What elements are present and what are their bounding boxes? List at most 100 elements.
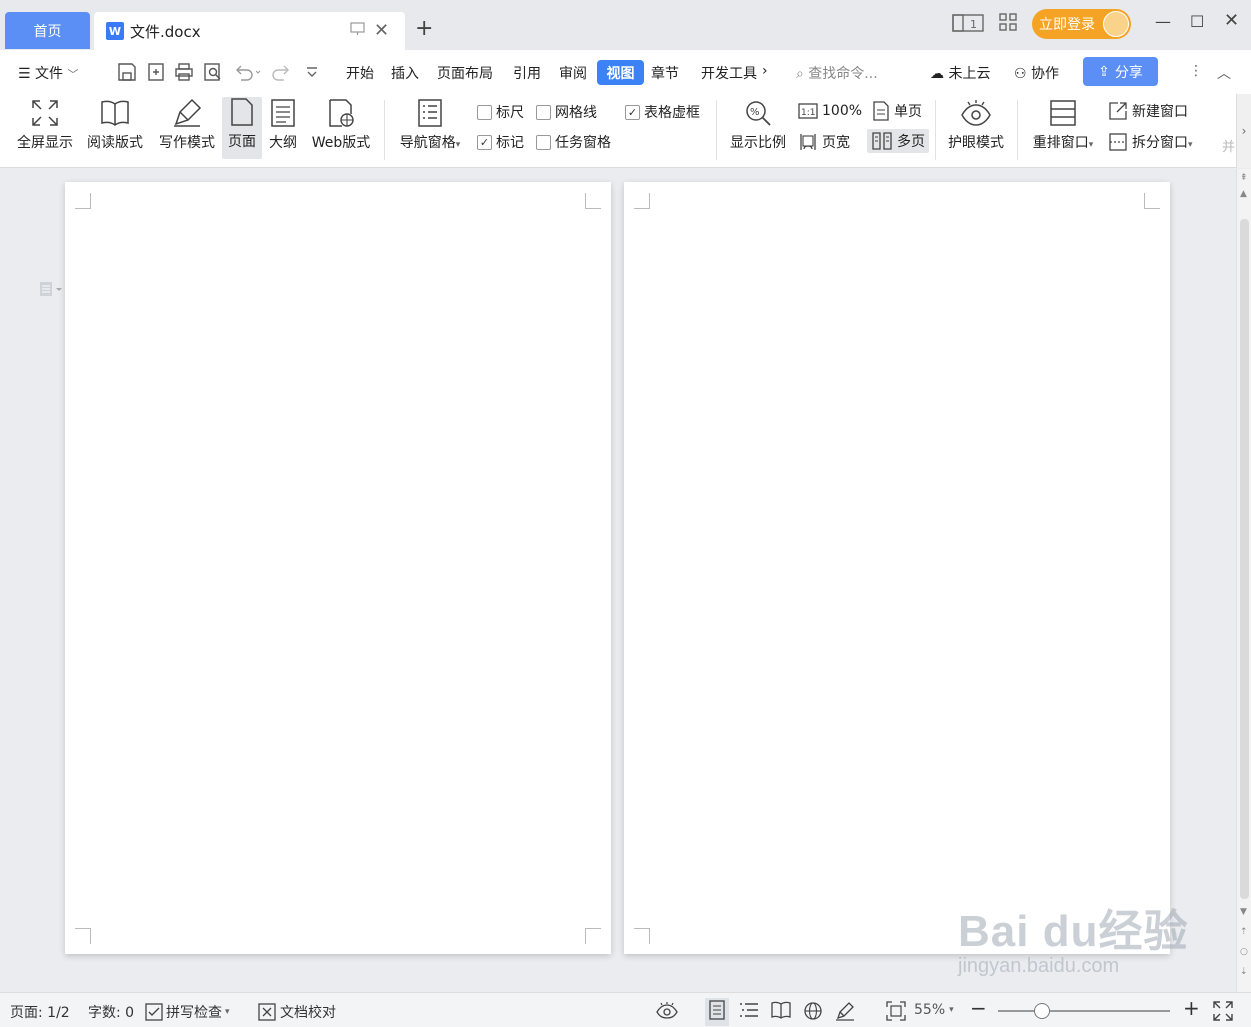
task-pane-label: 任务窗格 — [555, 135, 611, 151]
search-command[interactable]: ⌕ 查找命令... — [796, 63, 878, 83]
grid-apps-icon[interactable] — [998, 12, 1018, 36]
ruler-checkbox[interactable]: 标尺 — [477, 102, 524, 122]
collaborate-button[interactable]: ⚇ 协作 — [1014, 63, 1059, 83]
zoom-slider-handle[interactable] — [1034, 1003, 1050, 1019]
page-view-status-icon[interactable] — [705, 998, 729, 1026]
baidu-watermark: Bai du经验 jingyan.baidu.com — [958, 895, 1188, 978]
scroll-down-icon[interactable]: ▼ — [1240, 907, 1247, 917]
pin-icon[interactable] — [350, 22, 366, 40]
nav-pane-icon — [418, 99, 442, 127]
writing-mode-button[interactable]: 写作模式 — [156, 98, 218, 152]
eye-mode-label: 护眼模式 — [948, 135, 1004, 151]
reading-mode-button[interactable]: 阅读版式 — [84, 98, 146, 152]
page-corner-mark — [634, 193, 650, 209]
page-count[interactable]: 页面: 1/2 — [10, 1002, 70, 1022]
marks-checkbox[interactable]: ✓ 标记 — [477, 132, 524, 152]
scroll-top-icon[interactable]: ⇞ — [1240, 173, 1248, 183]
document-outline-icon[interactable] — [38, 281, 64, 301]
new-window-button[interactable]: 新建窗口 — [1108, 101, 1188, 121]
split-window-button[interactable]: 拆分窗口▾ — [1108, 132, 1193, 152]
document-page-2[interactable] — [624, 182, 1170, 954]
menu-item-review[interactable]: 审阅 — [559, 63, 587, 83]
nav-pane-button[interactable]: 导航窗格▾ — [394, 98, 466, 152]
gridlines-checkbox[interactable]: 网格线 — [536, 102, 597, 122]
fit-page-icon[interactable] — [886, 1001, 906, 1025]
zoom-out-button[interactable]: − — [970, 996, 987, 1020]
writing-status-icon[interactable] — [835, 1001, 855, 1025]
spell-check-icon — [145, 1003, 163, 1021]
word-count[interactable]: 字数: 0 — [88, 1002, 134, 1022]
tab-home[interactable]: 首页 — [5, 12, 90, 49]
eye-protect-icon[interactable] — [656, 1001, 678, 1023]
tab-home-label: 首页 — [33, 23, 62, 40]
outline-status-icon[interactable] — [739, 1001, 759, 1023]
menu-item-developer[interactable]: 开发工具 — [701, 63, 757, 83]
fullscreen-button[interactable]: 全屏显示 — [14, 98, 76, 152]
close-window-icon[interactable]: ✕ — [1224, 10, 1239, 31]
menu-more-icon[interactable]: › — [762, 63, 768, 79]
menu-item-start[interactable]: 开始 — [346, 63, 374, 83]
arrange-windows-button[interactable]: 重排窗口▾ — [1027, 98, 1099, 152]
prev-page-icon[interactable]: ⇡ — [1240, 927, 1248, 937]
page-view-button[interactable]: 页面 — [222, 97, 262, 159]
login-button[interactable]: 立即登录 — [1032, 9, 1131, 39]
reading-status-icon[interactable] — [771, 1001, 791, 1023]
proofread-icon — [258, 1003, 276, 1021]
proofread-button[interactable]: 文档校对 — [258, 1002, 336, 1022]
export-pdf-icon[interactable] — [146, 62, 166, 82]
scroll-up-icon[interactable]: ▲ — [1240, 189, 1247, 199]
fullscreen-status-icon[interactable] — [1213, 1001, 1233, 1025]
zoom-in-button[interactable]: + — [1183, 996, 1200, 1020]
print-icon[interactable] — [174, 62, 194, 82]
window-layout-icon[interactable]: 1 — [952, 12, 984, 38]
redo-icon[interactable] — [272, 62, 292, 82]
new-tab-button[interactable]: + — [415, 16, 433, 41]
spell-check-button[interactable]: 拼写检查 ▾ — [145, 1002, 230, 1022]
multi-page-icon — [872, 132, 892, 150]
single-page-button[interactable]: 单页 — [872, 101, 922, 121]
zoom-ratio-button[interactable]: % 显示比例 — [727, 98, 789, 152]
file-menu[interactable]: ☰ 文件 ﹀ — [18, 63, 78, 83]
customize-toolbar-icon[interactable] — [304, 62, 324, 82]
task-pane-checkbox[interactable]: 任务窗格 — [536, 132, 611, 152]
select-browse-icon[interactable]: ○ — [1240, 947, 1248, 957]
menu-item-page-layout[interactable]: 页面布局 — [437, 63, 493, 83]
page-view-label: 页面 — [228, 134, 256, 150]
ribbon-scroll-right[interactable]: › — [1236, 94, 1251, 168]
zoom-level[interactable]: 55% ▾ — [914, 1002, 954, 1018]
multi-page-button[interactable]: 多页 — [867, 129, 929, 153]
page-width-button[interactable]: 页宽 — [798, 132, 850, 152]
minimize-icon[interactable]: — — [1155, 12, 1171, 31]
document-page-1[interactable] — [65, 182, 611, 954]
web-status-icon[interactable] — [803, 1001, 823, 1025]
menu-item-view[interactable]: 视图 — [597, 60, 644, 85]
maximize-icon[interactable]: ☐ — [1190, 12, 1204, 31]
menu-item-references[interactable]: 引用 — [513, 63, 541, 83]
tab-document[interactable]: W 文件.docx ✕ — [94, 12, 405, 50]
more-options-icon[interactable]: ⋮ — [1189, 63, 1203, 79]
undo-icon[interactable] — [233, 62, 261, 82]
document-canvas[interactable]: Bai du经验 jingyan.baidu.com — [0, 169, 1236, 992]
eye-mode-button[interactable]: 护眼模式 — [944, 98, 1008, 152]
table-borders-checkbox[interactable]: ✓ 表格虚框 — [625, 102, 700, 122]
cloud-status[interactable]: ☁ 未上云 — [930, 63, 990, 83]
print-preview-icon[interactable] — [203, 62, 223, 82]
vertical-scrollbar[interactable]: ⇞ ▲ ▼ ⇡ ○ ⇣ — [1236, 169, 1251, 992]
page-corner-mark — [75, 193, 91, 209]
cloud-icon: ☁ — [930, 66, 944, 82]
ruler-label: 标尺 — [496, 105, 524, 121]
spell-check-label: 拼写检查 — [166, 1005, 222, 1021]
close-tab-icon[interactable]: ✕ — [374, 20, 389, 41]
next-page-icon[interactable]: ⇣ — [1240, 967, 1248, 977]
web-layout-button[interactable]: Web版式 — [307, 98, 375, 152]
menu-item-chapter[interactable]: 章节 — [651, 63, 679, 83]
collapse-ribbon-icon[interactable]: ︿ — [1217, 63, 1231, 83]
save-icon[interactable] — [117, 62, 137, 82]
menu-item-insert[interactable]: 插入 — [391, 63, 419, 83]
checkbox-box — [536, 104, 551, 120]
zoom-100-button[interactable]: 1:1 100% — [798, 102, 862, 120]
outline-view-button[interactable]: 大纲 — [266, 98, 300, 152]
scroll-thumb[interactable] — [1240, 219, 1249, 899]
share-button[interactable]: ⇪ 分享 — [1083, 57, 1158, 86]
zoom-slider-track[interactable] — [998, 1010, 1170, 1012]
